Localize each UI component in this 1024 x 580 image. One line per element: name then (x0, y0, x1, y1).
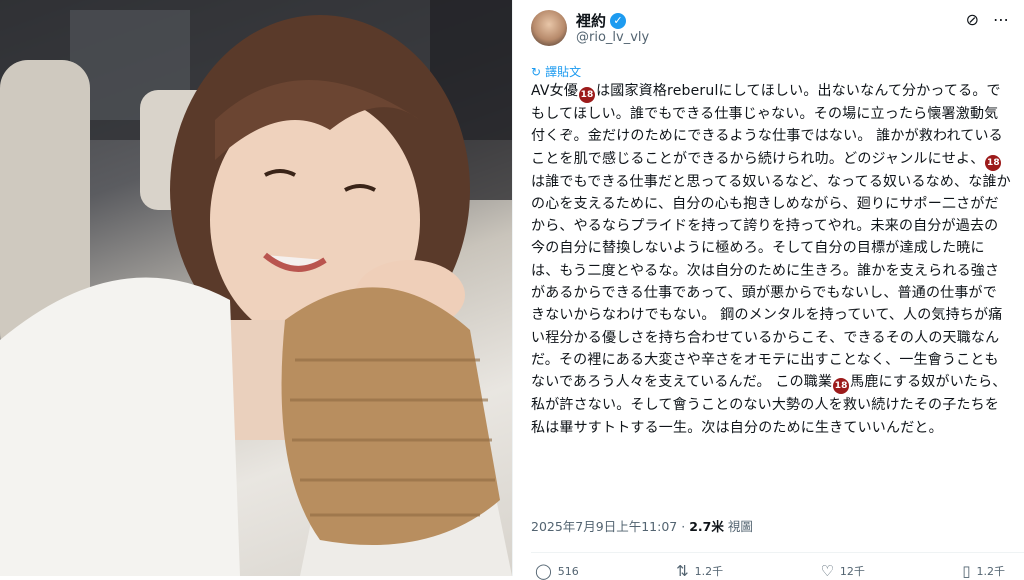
photo-illustration (0, 0, 512, 576)
view-count: 2.7米 (689, 519, 724, 534)
tweet-text: AV女優 18 は國家資格reberulにしてほしい。出ないなんて分かってる。でもし… (531, 80, 1011, 439)
repost-button[interactable]: ⇅ 1.2千 (676, 562, 723, 580)
translate-label: 譯貼文 (545, 65, 582, 79)
grok-icon[interactable]: ⊘ (966, 10, 979, 30)
age-18-badge-icon: 18 (579, 87, 596, 103)
tweet-text-segment: は誰でもできる仕事だと思ってる奴いるなど、なってる奴いるなめ、な誰かの心を支える… (531, 173, 1011, 391)
tweet-timestamp[interactable]: 2025年7月9日上午11:07 (531, 519, 677, 534)
tweet-text-segment: AV女優 (531, 83, 579, 99)
translate-icon: ↻ (531, 64, 542, 79)
view-label: 視圖 (727, 519, 753, 534)
repost-icon: ⇅ (676, 562, 689, 580)
bookmark-count: 1.2千 (976, 565, 1005, 578)
divider (531, 552, 1024, 553)
more-options-icon[interactable]: ⋯ (993, 10, 1009, 30)
tweet-header-actions: ⊘ ⋯ (966, 10, 1009, 30)
bookmark-icon: ▯ (962, 562, 971, 580)
like-button[interactable]: ♡ 12千 (820, 562, 864, 580)
tweet-panel: 裡約 ✓ @rio_lv_vly ⊘ ⋯ ↻ 譯貼文 AV女優 18 は國家資格re… (512, 0, 1024, 580)
post-photo[interactable] (0, 0, 512, 576)
author-row: 裡約 ✓ (576, 10, 627, 31)
translate-link[interactable]: ↻ 譯貼文 (531, 63, 581, 80)
reply-icon: ◯ (535, 562, 552, 580)
like-count: 12千 (839, 565, 865, 578)
reply-button[interactable]: ◯ 516 (535, 562, 579, 580)
age-18-badge-icon: 18 (833, 378, 850, 395)
age-18-badge-icon: 18 (985, 154, 1002, 171)
bookmark-button[interactable]: ▯ 1.2千 (962, 562, 1005, 580)
author-handle[interactable]: @rio_lv_vly (576, 30, 649, 45)
meta-separator: · (681, 519, 686, 534)
verified-check-icon: ✓ (610, 12, 627, 29)
repost-count: 1.2千 (694, 565, 724, 578)
avatar[interactable] (531, 10, 567, 46)
tweet-meta: 2025年7月9日上午11:07 · 2.7米 視圖 (531, 516, 753, 535)
tweet-text-segment: は國家資格reberulにしてほしい。出ないなんて分かってる。でもしてほしい。誰… (531, 83, 1003, 167)
tweet-actions: ◯ 516 ⇅ 1.2千 ♡ 12千 ▯ 1.2千 (535, 562, 1005, 580)
author-name[interactable]: 裡約 (576, 10, 606, 31)
like-icon: ♡ (820, 562, 834, 580)
